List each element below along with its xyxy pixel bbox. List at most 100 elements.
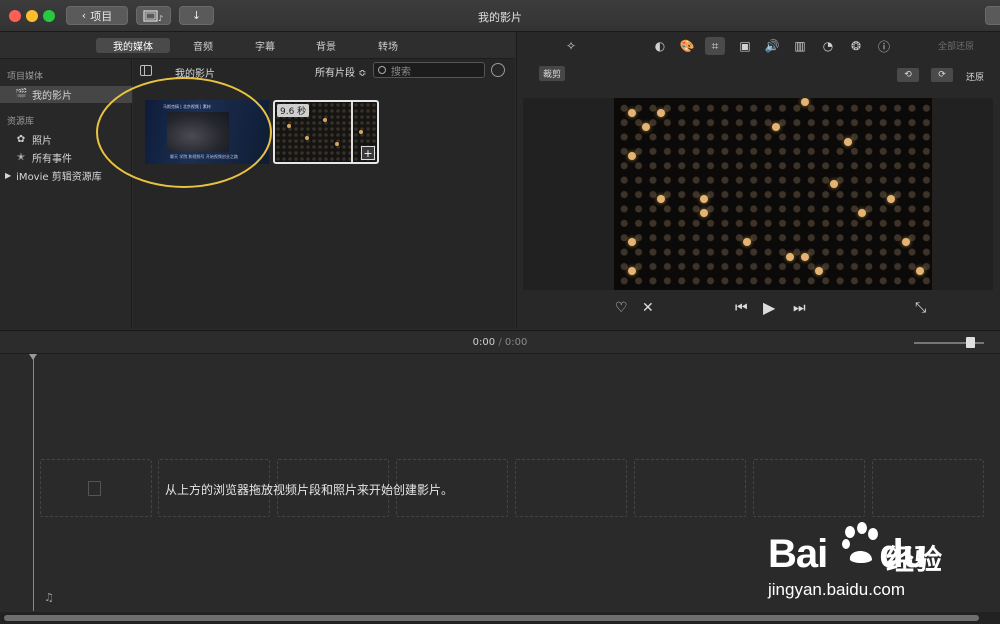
disclosure-triangle-icon[interactable]: ▶	[5, 171, 11, 180]
skip-back-icon[interactable]: ⏮	[735, 300, 748, 316]
video-preview	[614, 98, 932, 290]
sidebar-section-project-media: 项目媒体	[7, 72, 44, 82]
skip-forward-icon[interactable]: ⏭	[793, 300, 806, 316]
rotate-right-icon: ⟳	[938, 70, 946, 80]
watermark-url: jingyan.baidu.com	[768, 580, 906, 599]
speed-icon[interactable]: ◔	[818, 37, 838, 55]
search-placeholder: 搜索	[391, 66, 411, 78]
crop-icon[interactable]: ⌗	[705, 37, 725, 55]
tab-audio[interactable]: 音频	[183, 38, 223, 53]
timeline-placeholder-slot	[634, 459, 746, 517]
crop-mode-button[interactable]: 裁剪	[539, 66, 566, 81]
timeline-header: 0:00 / 0:00	[0, 330, 1000, 354]
clip-glow-dot	[335, 142, 339, 146]
preview-glow-dot	[743, 238, 751, 246]
skimmer-line	[351, 102, 353, 162]
preview-glow-dot	[628, 109, 636, 117]
camera-icon[interactable]: ▣	[735, 37, 755, 55]
preview-glow-dot	[772, 123, 780, 131]
timeline-zoom-knob[interactable]	[966, 337, 975, 348]
browser-tabs: 我的媒体 音频 字幕 背景 转场	[0, 32, 515, 59]
sidebar-item-label: 我的影片	[32, 91, 72, 102]
clapper-icon: 🎬	[15, 89, 28, 100]
baidu-watermark: Bai du 经验 jingyan.baidu.com	[768, 522, 1000, 612]
preview-glow-dot	[786, 253, 794, 261]
tab-titles[interactable]: 字幕	[245, 38, 285, 53]
preview-glow-dot	[657, 195, 665, 203]
info-icon[interactable]: ⓘ	[874, 37, 894, 55]
film-strip-icon	[88, 481, 101, 496]
watermark-cn-text: 经验	[886, 543, 943, 576]
timeline-placeholder-slot	[872, 459, 984, 517]
current-time: 0:00	[472, 337, 496, 348]
photos-flower-icon: ✿	[16, 134, 26, 145]
timeline-empty-hint: 从上方的浏览器拖放视频片段和照片来开始创建影片。	[165, 483, 454, 497]
annotation-highlight-ellipse	[96, 77, 272, 188]
sidebar-item-label: iMovie 剪辑资源库	[16, 172, 102, 183]
share-button[interactable]	[985, 6, 1000, 25]
preview-glow-dot	[887, 195, 895, 203]
fullscreen-icon[interactable]: ⤡	[915, 300, 926, 316]
tab-my-media[interactable]: 我的媒体	[96, 38, 170, 53]
preview-glow-dot	[844, 138, 852, 146]
paw-icon	[842, 522, 878, 563]
timeline-scrollbar[interactable]	[0, 612, 1000, 624]
time-separator: /	[498, 337, 502, 348]
reject-x-icon[interactable]: ✕	[642, 300, 654, 316]
search-icon	[378, 66, 386, 74]
video-clip-thumbnail-2[interactable]: 9.6 秒 +	[273, 100, 379, 164]
scrollbar-thumb[interactable]	[4, 615, 979, 621]
preview-glow-dot	[700, 209, 708, 217]
preview-glow-dot	[642, 123, 650, 131]
rotate-left-button[interactable]: ⟲	[897, 68, 919, 82]
preview-glow-dot	[657, 109, 665, 117]
title-bar: ‹ 项目 ♪ ↓ 我的影片	[0, 0, 1000, 32]
preview-glow-dot	[830, 180, 838, 188]
volume-icon[interactable]: 🔊	[762, 37, 782, 55]
music-note-icon: ♫	[44, 591, 54, 604]
rotate-left-icon: ⟲	[904, 70, 912, 80]
magic-wand-icon[interactable]: ✧	[561, 37, 581, 55]
clip-duration-badge: 9.6 秒	[277, 104, 310, 117]
clip-filter-select[interactable]: 所有片段 ≎	[315, 64, 367, 79]
sidebar-toggle-icon[interactable]	[140, 65, 152, 76]
sidebar-item-imovie-library[interactable]: ▶ iMovie 剪辑资源库	[0, 167, 132, 184]
sidebar-section-libraries: 资源库	[7, 117, 35, 127]
tab-transitions[interactable]: 转场	[368, 38, 408, 53]
timeline-playhead[interactable]	[29, 354, 37, 611]
preview-glow-dot	[815, 267, 823, 275]
filter-icon[interactable]: ❂	[846, 37, 866, 55]
color-balance-icon[interactable]: ◐	[650, 37, 670, 55]
preview-glow-dot	[628, 267, 636, 275]
timecode-display: 0:00 / 0:00	[0, 337, 1000, 348]
rotate-right-button[interactable]: ⟳	[931, 68, 953, 82]
preview-glow-dot	[628, 152, 636, 160]
clip-glow-dot	[359, 130, 363, 134]
preview-glow-dot	[858, 209, 866, 217]
window-title: 我的影片	[478, 11, 522, 24]
preview-glow-dot	[902, 238, 910, 246]
imovie-window: ‹ 项目 ♪ ↓ 我的影片 我的媒体 音频 字幕 背景 转场 项目媒体 🎬 我的…	[0, 0, 1000, 624]
clip-glow-dot	[287, 124, 291, 128]
favorite-heart-icon[interactable]: ♡	[615, 300, 628, 316]
timeline-placeholder-slot	[753, 459, 865, 517]
sidebar-item-label: 照片	[32, 136, 52, 147]
timeline-placeholder-slot	[515, 459, 627, 517]
plus-icon: +	[363, 146, 373, 160]
preview-glow-dot	[801, 98, 809, 106]
gear-icon[interactable]	[491, 63, 505, 77]
preview-glow-dot	[628, 238, 636, 246]
star-icon: ✭	[16, 152, 26, 163]
equalizer-icon[interactable]: ▥	[790, 37, 810, 55]
total-time: 0:00	[504, 337, 528, 348]
play-icon[interactable]: ▶	[763, 298, 775, 317]
add-clip-button[interactable]: +	[361, 146, 375, 160]
viewer-panel: ✧ ◐ 🎨 ⌗ ▣ 🔊 ▥ ◔ ❂ ⓘ 全部还原 裁剪 ⟲ ⟳ 还原 ♡ ✕ ⏮…	[516, 32, 1000, 329]
clip-glow-dot	[323, 118, 327, 122]
reset-all-button[interactable]: 全部还原	[938, 39, 974, 52]
tab-backgrounds[interactable]: 背景	[306, 38, 346, 53]
search-input[interactable]: 搜索	[373, 62, 485, 78]
clip-glow-dot	[305, 136, 309, 140]
palette-icon[interactable]: 🎨	[677, 37, 697, 55]
restore-button[interactable]: 还原	[966, 70, 984, 83]
